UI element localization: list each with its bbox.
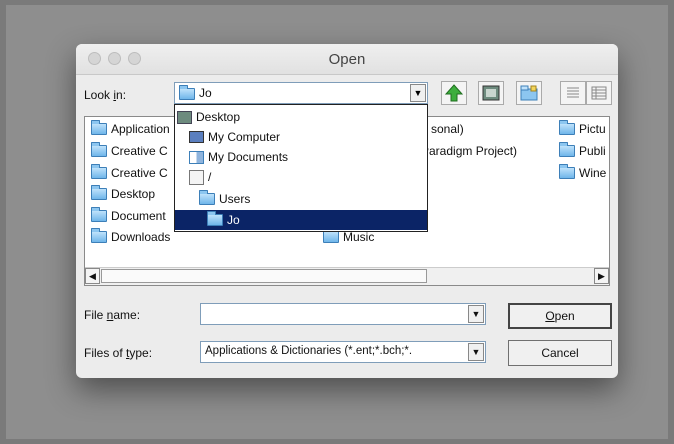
file-name: Music [343, 230, 375, 244]
dropdown-item-desktop[interactable]: Desktop [175, 107, 240, 127]
scroll-right-icon[interactable]: ▶ [594, 268, 609, 284]
look-in-label: Look in: [84, 88, 126, 102]
list-item[interactable]: Creative C [91, 142, 168, 158]
list-item[interactable]: Downloads [91, 228, 171, 244]
dropdown-item-jo[interactable]: Jo [175, 210, 427, 230]
title-bar: Open [76, 44, 618, 75]
list-item[interactable]: Document [91, 207, 166, 223]
file-name: Wine [579, 166, 607, 180]
list-item[interactable]: Paradigm Project) [421, 144, 517, 158]
folder-icon [559, 120, 575, 135]
look-in-label-post: n: [116, 88, 127, 102]
file-type-label: Files of type: [84, 346, 152, 360]
desktop-icon [177, 110, 192, 124]
up-folder-icon [445, 84, 463, 102]
file-name: Creative C [111, 166, 168, 180]
computer-icon [189, 131, 204, 143]
up-one-level-button[interactable] [441, 81, 467, 105]
dropdown-item-my-documents[interactable]: My Documents [175, 147, 288, 167]
folder-icon [199, 190, 215, 205]
list-item[interactable]: Wine [559, 164, 607, 180]
file-name-label: File name: [84, 308, 140, 322]
new-folder-button[interactable] [516, 81, 542, 105]
dropdown-item-my-computer[interactable]: My Computer [175, 127, 280, 147]
dropdown-item-label: Desktop [196, 110, 241, 124]
list-item[interactable]: Music [323, 228, 375, 244]
folder-icon [179, 85, 195, 100]
dropdown-item-label: Jo [227, 213, 240, 227]
new-folder-icon [520, 85, 538, 101]
look-in-dropdown[interactable]: Desktop My Computer My Documents / Users… [174, 104, 428, 232]
open-mnemonic: O [545, 309, 555, 323]
scroll-left-icon[interactable]: ◀ [85, 268, 100, 284]
details-view-icon [591, 86, 607, 100]
dropdown-item-label: Users [219, 192, 251, 206]
file-type-value: Applications & Dictionaries (*.ent;*.bch… [205, 345, 413, 357]
window-title: Open [328, 51, 366, 68]
home-button[interactable] [478, 81, 504, 105]
file-name-label-pre: File [84, 308, 107, 322]
list-item[interactable]: Pictu [559, 120, 606, 136]
list-item[interactable]: Desktop [91, 185, 156, 201]
folder-icon [91, 142, 107, 157]
home-icon [482, 85, 500, 101]
folder-icon [91, 207, 107, 222]
file-name-label-post: ame: [113, 308, 141, 322]
chevron-down-icon[interactable]: ▼ [468, 305, 484, 323]
folder-icon [323, 228, 339, 243]
folder-icon [207, 211, 223, 226]
list-view-icon [567, 87, 579, 98]
file-name: Paradigm Project) [421, 144, 518, 158]
file-name: Downloads [111, 230, 171, 244]
dropdown-item-users[interactable]: Users [175, 189, 250, 209]
file-name: Pictu [579, 122, 606, 136]
dropdown-item-label: My Documents [208, 150, 289, 164]
list-item[interactable]: sonal) [431, 122, 464, 136]
file-name: Document [111, 209, 166, 223]
cancel-button[interactable]: Cancel [508, 340, 612, 366]
file-name-input[interactable]: ▼ [200, 303, 486, 325]
file-name: Application [111, 122, 170, 136]
horizontal-scrollbar[interactable]: ◀ ▶ [85, 267, 609, 285]
open-button[interactable]: Open [508, 303, 612, 329]
scrollbar-thumb[interactable] [101, 269, 427, 283]
open-label: pen [554, 309, 575, 323]
details-view-button[interactable] [586, 81, 612, 105]
dropdown-item-label: / [208, 170, 212, 184]
folder-icon [91, 228, 107, 243]
folder-icon [559, 164, 575, 179]
list-item[interactable]: Application [91, 120, 170, 136]
folder-icon [91, 164, 107, 179]
list-item[interactable]: Publi [559, 142, 606, 158]
dropdown-item-root[interactable]: / [175, 167, 211, 187]
file-name: Publi [579, 144, 606, 158]
file-name: sonal) [431, 122, 464, 136]
file-name: Desktop [111, 187, 156, 201]
file-name: Creative C [111, 144, 168, 158]
folder-icon [91, 185, 107, 200]
file-type-select[interactable]: Applications & Dictionaries (*.ent;*.bch… [200, 341, 486, 363]
chevron-down-icon[interactable]: ▼ [468, 343, 484, 361]
file-type-label-pre: Files of [84, 346, 127, 360]
file-type-label-post: ype: [129, 346, 153, 360]
look-in-label-pre: Look [84, 88, 114, 102]
look-in-value: Jo [199, 86, 212, 100]
drive-icon [189, 169, 204, 185]
list-view-button[interactable] [560, 81, 586, 105]
folder-icon [91, 120, 107, 135]
dropdown-item-label: My Computer [208, 130, 281, 144]
documents-icon [189, 150, 204, 164]
look-in-combo[interactable]: Jo ▼ [174, 82, 428, 104]
chevron-down-icon[interactable]: ▼ [410, 84, 426, 102]
folder-icon [559, 142, 575, 157]
list-item[interactable]: Creative C [91, 164, 168, 180]
